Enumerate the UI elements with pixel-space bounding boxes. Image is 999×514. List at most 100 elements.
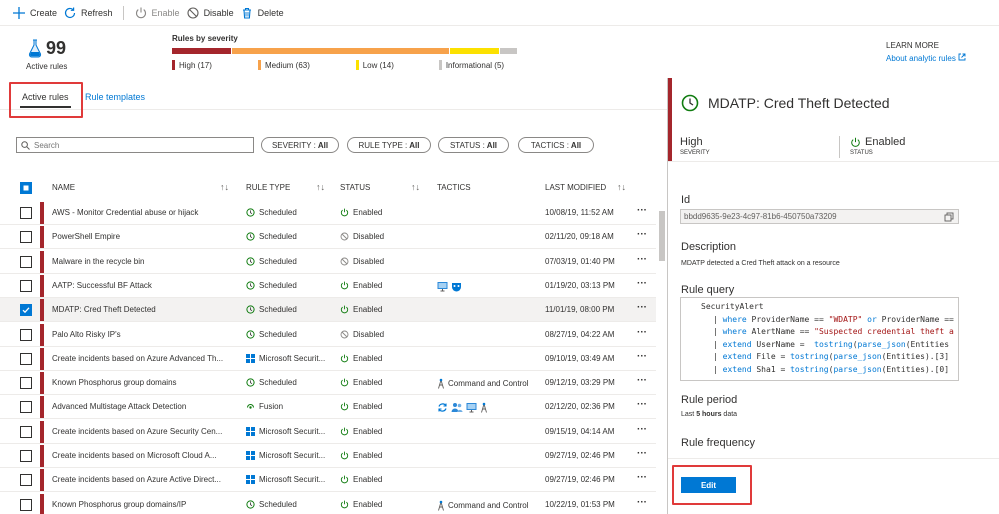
more-options-icon[interactable]: ··· <box>637 229 653 240</box>
table-row[interactable]: Create incidents based on Azure Security… <box>0 420 656 444</box>
create-button[interactable]: Create <box>12 3 57 23</box>
sort-status-icon[interactable]: ↑↓ <box>411 182 420 192</box>
row-checkbox[interactable] <box>20 328 32 341</box>
sort-last-modified-icon[interactable]: ↑↓ <box>617 182 626 192</box>
tactics-filter[interactable]: TACTICS : All <box>518 137 594 153</box>
more-options-icon[interactable]: ··· <box>637 351 653 362</box>
power-icon <box>340 208 349 217</box>
about-analytic-rules-link[interactable]: About analytic rules <box>886 53 966 63</box>
more-options-icon[interactable]: ··· <box>637 424 653 435</box>
table-row[interactable]: Create incidents based on Azure Active D… <box>0 468 656 493</box>
table-row[interactable]: Malware in the recycle bin Scheduled Disab… <box>0 250 656 274</box>
column-rule-type[interactable]: RULE TYPE <box>246 183 290 192</box>
more-options-icon[interactable]: ··· <box>637 399 653 410</box>
tab-rule-templates[interactable]: Rule templates <box>85 92 145 102</box>
row-checkbox[interactable] <box>20 304 32 317</box>
table-scrollbar[interactable] <box>658 201 666 514</box>
windows-icon <box>246 451 255 460</box>
table-row[interactable]: Known Phosphorus group domains Scheduled E… <box>0 371 656 396</box>
severity-filter[interactable]: SEVERITY : All <box>261 137 339 153</box>
rule-type-filter[interactable]: RULE TYPE : All <box>347 137 431 153</box>
detail-divider <box>839 136 840 158</box>
column-last-modified[interactable]: LAST MODIFIED <box>545 183 606 192</box>
highlight-active-rules-tab <box>9 82 83 118</box>
search-icon <box>21 140 30 150</box>
more-options-icon[interactable]: ··· <box>637 278 653 289</box>
sort-rule-type-icon[interactable]: ↑↓ <box>316 182 325 192</box>
row-checkbox[interactable] <box>20 377 32 390</box>
learn-more: LEARN MORE About analytic rules <box>886 41 966 63</box>
windows-icon <box>246 426 255 436</box>
rule-type: Scheduled <box>246 305 330 314</box>
severity-segment-2 <box>450 48 499 54</box>
delete-button[interactable]: Delete <box>240 3 284 23</box>
query-line: SecurityAlert <box>701 302 764 311</box>
disable-button[interactable]: Disable <box>186 3 234 23</box>
row-checkbox[interactable] <box>20 474 32 487</box>
table-row[interactable]: AWS - Monitor Credential abuse or hijack… <box>0 201 656 225</box>
table-row[interactable]: Palo Alto Risky IP's Scheduled Disabled 08/… <box>0 323 656 347</box>
detail-title: MDATP: Cred Theft Detected <box>708 95 890 111</box>
sort-name-icon[interactable]: ↑↓ <box>220 182 229 192</box>
row-checkbox[interactable] <box>20 231 32 244</box>
row-checkbox[interactable] <box>20 450 32 462</box>
enable-button[interactable]: Enable <box>134 3 180 23</box>
table-row[interactable]: Advanced Multistage Attack Detection Fusi… <box>0 395 656 420</box>
table-row[interactable]: Create incidents based on Microsoft Clou… <box>0 444 656 468</box>
fusion-icon <box>246 404 255 410</box>
more-options-icon[interactable]: ··· <box>637 472 653 483</box>
mask-icon <box>452 282 461 292</box>
select-all-checkbox[interactable] <box>20 182 32 194</box>
row-checkbox[interactable] <box>20 401 32 414</box>
table-row[interactable]: AATP: Successful BF Attack Scheduled Enabl… <box>0 274 656 298</box>
more-options-icon[interactable]: ··· <box>637 375 653 386</box>
rule-type: Fusion <box>246 402 330 411</box>
table-row[interactable]: PowerShell Empire Scheduled Disabled 02/11/… <box>0 225 656 250</box>
copy-icon[interactable] <box>944 212 954 222</box>
scheduled-icon <box>681 94 699 112</box>
rule-status: Enabled <box>340 451 430 460</box>
column-tactics: TACTICS <box>437 183 471 192</box>
more-options-icon[interactable]: ··· <box>637 497 653 508</box>
rule-name: AWS - Monitor Credential abuse or hijack <box>52 208 199 217</box>
more-options-icon[interactable]: ··· <box>637 327 653 338</box>
more-options-icon[interactable]: ··· <box>637 302 653 313</box>
id-field[interactable]: bbdd9635-9e23-4c97-81b6-450750a73209 <box>680 209 959 224</box>
more-options-icon[interactable]: ··· <box>637 205 653 216</box>
table-row[interactable]: Create incidents based on Azure Advanced… <box>0 347 656 371</box>
severity-indicator <box>40 420 44 443</box>
table-row[interactable]: Known Phosphorus group domains/IP Schedul… <box>0 493 656 514</box>
row-checkbox[interactable] <box>20 425 32 438</box>
row-checkbox[interactable] <box>20 255 32 268</box>
rule-status: Enabled <box>340 500 430 509</box>
refresh-button[interactable]: Refresh <box>63 3 113 23</box>
more-options-icon[interactable]: ··· <box>637 254 653 265</box>
trash-icon <box>242 7 251 19</box>
search-box[interactable] <box>16 137 254 153</box>
severity-segment-0 <box>172 48 231 54</box>
rule-tactics: Command and Control <box>437 378 543 389</box>
search-input[interactable] <box>34 140 234 150</box>
more-options-icon[interactable]: ··· <box>637 448 653 459</box>
row-checkbox[interactable] <box>20 352 32 365</box>
severity-indicator <box>40 274 44 297</box>
rule-name: Create incidents based on Azure Active D… <box>52 475 221 485</box>
row-checkbox[interactable] <box>20 207 32 219</box>
row-checkbox[interactable] <box>20 279 32 292</box>
rule-name: Create incidents based on Microsoft Clou… <box>52 451 217 460</box>
severity-swatch <box>258 60 261 70</box>
column-name[interactable]: NAME <box>52 183 75 192</box>
clock-icon <box>246 378 255 387</box>
status-filter[interactable]: STATUS : All <box>438 137 509 153</box>
rule-name: AATP: Successful BF Attack <box>52 280 152 290</box>
create-label: Create <box>30 7 58 18</box>
tower-icon <box>481 403 487 414</box>
row-checkbox[interactable] <box>20 498 32 511</box>
scroll-thumb[interactable] <box>659 211 665 261</box>
delete-label: Delete <box>257 7 284 18</box>
windows-icon <box>246 353 255 363</box>
rule-status: Enabled <box>340 402 430 411</box>
rule-last-modified: 11/01/19, 08:00 PM <box>545 305 615 315</box>
column-status[interactable]: STATUS <box>340 183 370 192</box>
table-row[interactable]: MDATP: Cred Theft Detected Scheduled Enabl… <box>0 298 656 323</box>
